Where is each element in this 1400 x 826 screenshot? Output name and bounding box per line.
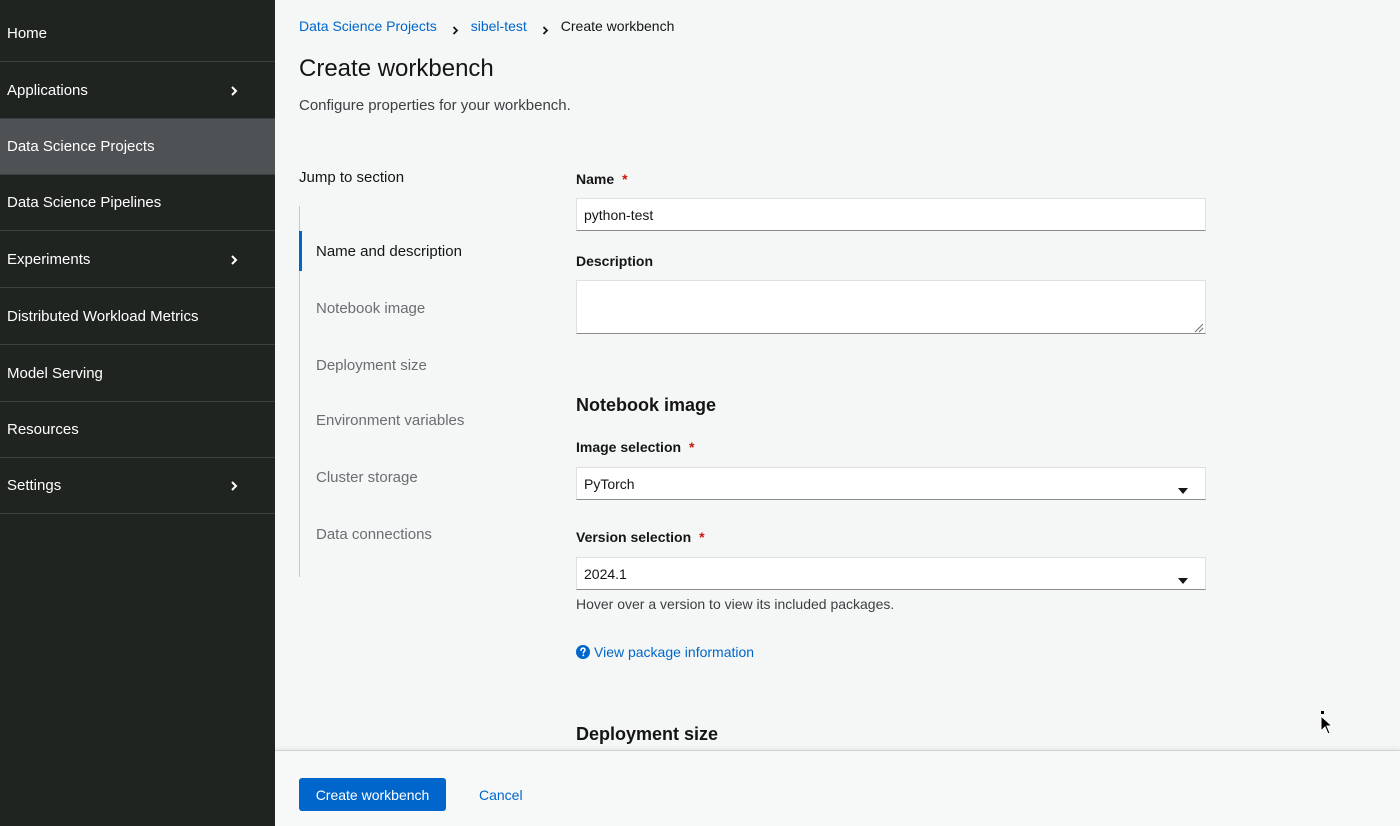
description-label: Description xyxy=(576,253,654,269)
sidebar-item-label: Settings xyxy=(7,477,62,494)
name-input[interactable] xyxy=(576,198,1206,231)
version-selection-value: 2024.1 xyxy=(584,565,627,582)
chevron-right-icon xyxy=(228,85,240,97)
sidebar-nav: Home Applications Data Science Projects … xyxy=(0,0,275,826)
sidebar-item-label: Distributed Workload Metrics xyxy=(7,308,199,325)
view-package-information-text: View package information xyxy=(594,644,755,660)
sidebar-item-applications[interactable]: Applications xyxy=(0,63,275,119)
sidebar-item-label: Model Serving xyxy=(7,365,103,382)
mouse-cursor-icon xyxy=(1319,711,1335,735)
version-helper-text: Hover over a version to view its include… xyxy=(576,596,895,612)
jump-to-section-title: Jump to section xyxy=(299,169,405,186)
caret-down-icon xyxy=(1178,481,1188,494)
jump-item-data-connections[interactable]: Data connections xyxy=(300,514,530,554)
breadcrumb: Data Science Projects sibel-test Create … xyxy=(299,17,674,35)
notebook-image-heading: Notebook image xyxy=(576,395,717,415)
chevron-right-icon xyxy=(451,22,460,35)
sidebar-item-home[interactable]: Home xyxy=(0,6,275,62)
version-selection-dropdown[interactable]: 2024.1 xyxy=(576,557,1206,590)
sidebar-item-model-serving[interactable]: Model Serving xyxy=(0,346,275,402)
breadcrumb-link-projects[interactable]: Data Science Projects xyxy=(299,18,437,34)
cancel-button[interactable]: Cancel xyxy=(467,778,535,811)
sidebar-item-label: Experiments xyxy=(7,251,91,268)
required-marker: * xyxy=(699,529,705,545)
image-selection-value: PyTorch xyxy=(584,475,635,492)
image-selection-dropdown[interactable]: PyTorch xyxy=(576,467,1206,500)
sidebar-item-settings[interactable]: Settings xyxy=(0,458,275,514)
breadcrumb-current: Create workbench xyxy=(560,18,675,34)
version-selection-label: Version selection * xyxy=(576,529,705,545)
jump-item-name-description[interactable]: Name and description xyxy=(299,231,529,271)
name-label: Name * xyxy=(576,171,628,187)
sidebar-item-label: Data Science Pipelines xyxy=(7,194,162,211)
jump-item-deployment-size[interactable]: Deployment size xyxy=(300,345,530,385)
sidebar-item-label: Data Science Projects xyxy=(7,138,155,155)
required-marker: * xyxy=(622,171,628,187)
chevron-right-icon xyxy=(228,254,240,266)
breadcrumb-link-project[interactable]: sibel-test xyxy=(471,18,527,34)
create-workbench-button[interactable]: Create workbench xyxy=(299,778,446,811)
caret-down-icon xyxy=(1178,571,1188,584)
resize-handle-icon[interactable] xyxy=(1192,320,1204,333)
required-marker: * xyxy=(689,439,695,455)
name-label-text: Name xyxy=(576,171,615,187)
jump-item-environment-variables[interactable]: Environment variables xyxy=(300,400,530,440)
deployment-size-heading: Deployment size xyxy=(576,724,719,744)
question-circle-icon xyxy=(576,645,590,659)
sidebar-item-data-science-pipelines[interactable]: Data Science Pipelines xyxy=(0,175,275,231)
jump-item-notebook-image[interactable]: Notebook image xyxy=(300,288,530,328)
sidebar-item-resources[interactable]: Resources xyxy=(0,402,275,458)
sidebar-item-label: Home xyxy=(7,25,48,42)
sidebar-item-label: Applications xyxy=(7,82,88,99)
form-footer: Create workbench Cancel xyxy=(275,750,1400,826)
description-input[interactable] xyxy=(576,280,1206,334)
main-content: Data Science Projects sibel-test Create … xyxy=(275,0,1400,750)
page-description: Configure properties for your workbench. xyxy=(299,97,571,114)
chevron-right-icon xyxy=(541,22,550,35)
sidebar-item-distributed-workload-metrics[interactable]: Distributed Workload Metrics xyxy=(0,289,275,345)
image-selection-label-text: Image selection xyxy=(576,439,682,455)
jump-item-cluster-storage[interactable]: Cluster storage xyxy=(300,457,530,497)
sidebar-item-data-science-projects[interactable]: Data Science Projects xyxy=(0,119,275,175)
sidebar-item-experiments[interactable]: Experiments xyxy=(0,232,275,288)
page-title: Create workbench xyxy=(299,55,494,82)
version-selection-label-text: Version selection xyxy=(576,529,692,545)
chevron-right-icon xyxy=(228,480,240,492)
view-package-information-link[interactable]: View package information xyxy=(576,644,754,660)
jump-to-section-nav: Name and description Notebook image Depl… xyxy=(299,206,529,577)
image-selection-label: Image selection * xyxy=(576,439,695,455)
sidebar-item-label: Resources xyxy=(7,421,79,438)
